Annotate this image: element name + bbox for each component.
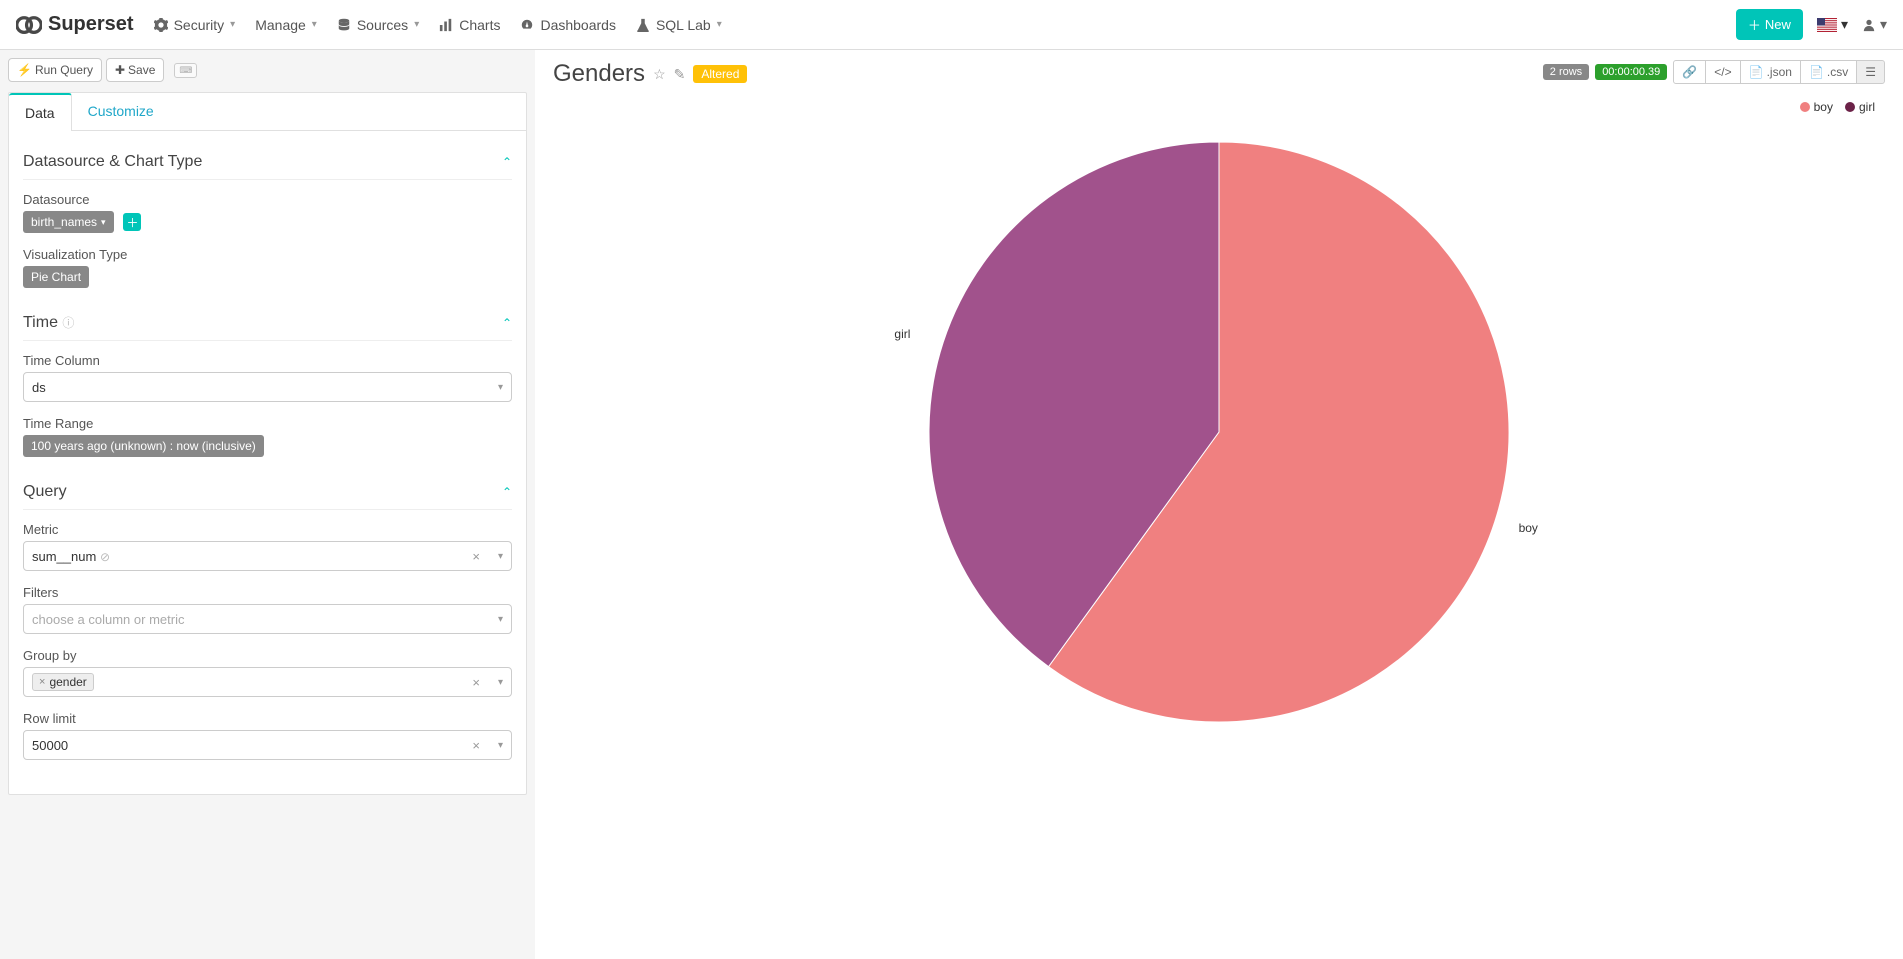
chevron-up-icon: ⌃ <box>502 485 512 499</box>
menu-icon: ☰ <box>1865 65 1876 79</box>
tabs: Data Customize <box>9 93 526 131</box>
nav-manage[interactable]: Manage ▾ <box>255 17 317 33</box>
brand-text: Superset <box>48 13 134 36</box>
language-flag[interactable]: ▾ <box>1817 16 1848 33</box>
bolt-icon: ⚡ <box>17 63 32 77</box>
code-icon: </> <box>1714 65 1731 79</box>
dashboard-icon <box>520 18 534 32</box>
export-csv-button[interactable]: 📄.csv <box>1800 60 1857 84</box>
rowlimit-label: Row limit <box>23 711 512 726</box>
embed-code-button[interactable]: </> <box>1705 60 1740 84</box>
panel-top-buttons: ⚡ Run Query ✚ Save ⌨ <box>8 58 527 82</box>
run-query-button[interactable]: ⚡ Run Query <box>8 58 102 82</box>
remove-token-icon[interactable]: × <box>39 676 45 688</box>
info-icon: ⓘ <box>62 316 74 330</box>
metric-select[interactable]: sum__num ⊘ ×▾ <box>23 541 512 571</box>
slice-label-boy: boy <box>1519 521 1538 535</box>
brand-logo-icon <box>16 12 42 38</box>
filters-label: Filters <box>23 585 512 600</box>
viz-type-label: Visualization Type <box>23 247 512 262</box>
menu-button[interactable]: ☰ <box>1856 60 1885 84</box>
controls-card: Data Customize Datasource & Chart Type ⌃… <box>8 92 527 795</box>
caret-down-icon: ▾ <box>498 382 503 393</box>
keyboard-hint-icon: ⌨ <box>174 63 197 78</box>
nav-right: ＋ New ▾ ▾ <box>1736 9 1887 40</box>
metric-label: Metric <box>23 522 512 537</box>
star-icon[interactable]: ☆ <box>653 66 666 83</box>
datasource-label: Datasource <box>23 192 512 207</box>
brand[interactable]: Superset <box>16 12 134 38</box>
altered-badge[interactable]: Altered <box>693 65 747 83</box>
groupby-label: Group by <box>23 648 512 663</box>
nav-sources[interactable]: Sources ▾ <box>337 17 419 33</box>
navbar: Superset Security ▾ Manage ▾ Sources ▾ C… <box>0 0 1903 50</box>
database-icon <box>337 18 351 32</box>
bar-chart-icon <box>439 18 453 32</box>
groupby-select[interactable]: × gender × ▾ <box>23 667 512 697</box>
user-icon <box>1862 18 1876 32</box>
new-button[interactable]: ＋ New <box>1736 9 1803 40</box>
caret-down-icon: ▾ <box>498 614 503 625</box>
caret-down-icon: ▾ <box>101 217 106 228</box>
export-group: 🔗 </> 📄.json 📄.csv ☰ <box>1673 60 1885 84</box>
nav-security[interactable]: Security ▾ <box>154 17 236 33</box>
time-range-select[interactable]: 100 years ago (unknown) : now (inclusive… <box>23 435 264 457</box>
tab-customize[interactable]: Customize <box>72 93 170 130</box>
tab-data[interactable]: Data <box>9 93 72 131</box>
add-datasource-button[interactable]: ＋ <box>123 213 141 231</box>
flask-icon <box>636 18 650 32</box>
datasource-select[interactable]: birth_names ▾ <box>23 211 114 233</box>
time-range-label: Time Range <box>23 416 512 431</box>
file-icon: 📄 <box>1809 65 1824 79</box>
time-column-select[interactable]: ds ▾ <box>23 372 512 402</box>
rows-badge: 2 rows <box>1543 64 1589 80</box>
viz-type-select[interactable]: Pie Chart <box>23 266 89 288</box>
duration-badge: 00:00:00.39 <box>1595 64 1667 80</box>
edit-icon[interactable]: ✎ <box>674 66 686 83</box>
caret-down-icon: ▾ <box>498 677 503 688</box>
nav-dashboards[interactable]: Dashboards <box>520 17 616 33</box>
pie-chart: boy girl <box>553 92 1885 772</box>
plus-icon: ＋ <box>1748 15 1761 34</box>
file-icon: 📄 <box>1749 65 1764 79</box>
caret-down-icon: ▾ <box>1880 16 1887 33</box>
caret-down-icon: ▾ <box>414 19 419 30</box>
time-column-label: Time Column <box>23 353 512 368</box>
chevron-up-icon: ⌃ <box>502 155 512 169</box>
slice-label-girl: girl <box>894 327 910 341</box>
chevron-up-icon: ⌃ <box>502 316 512 330</box>
clear-icon[interactable]: × <box>472 738 480 753</box>
short-url-button[interactable]: 🔗 <box>1673 60 1706 84</box>
chart-header: Genders ☆ ✎ Altered 2 rows 00:00:00.39 🔗… <box>553 60 1885 88</box>
info-icon: ⊘ <box>100 550 110 564</box>
nav-menu: Security ▾ Manage ▾ Sources ▾ Charts Das… <box>154 17 1736 33</box>
gears-icon <box>154 18 168 32</box>
nav-sqllab[interactable]: SQL Lab ▾ <box>636 17 722 33</box>
caret-down-icon: ▾ <box>498 740 503 751</box>
link-icon: 🔗 <box>1682 65 1697 79</box>
controls-panel: ⚡ Run Query ✚ Save ⌨ Data Customize Data… <box>0 50 535 959</box>
caret-down-icon: ▾ <box>230 19 235 30</box>
caret-down-icon: ▾ <box>498 551 503 562</box>
groupby-token: × gender <box>32 673 94 691</box>
caret-down-icon: ▾ <box>717 19 722 30</box>
nav-charts[interactable]: Charts <box>439 17 500 33</box>
filters-select[interactable]: choose a column or metric ▾ <box>23 604 512 634</box>
chart-title: Genders <box>553 60 645 88</box>
rowlimit-select[interactable]: 50000 ×▾ <box>23 730 512 760</box>
chart-panel: Genders ☆ ✎ Altered 2 rows 00:00:00.39 🔗… <box>535 50 1903 959</box>
us-flag-icon <box>1817 18 1837 32</box>
plus-circle-icon: ✚ <box>115 63 125 77</box>
clear-icon[interactable]: × <box>472 675 480 690</box>
export-json-button[interactable]: 📄.json <box>1740 60 1801 84</box>
section-datasource-header[interactable]: Datasource & Chart Type ⌃ <box>23 145 512 180</box>
clear-icon[interactable]: × <box>472 549 480 564</box>
caret-down-icon: ▾ <box>312 19 317 30</box>
chart-area: boy girl boy girl <box>553 92 1885 772</box>
section-time-header[interactable]: Time ⓘ ⌃ <box>23 306 512 341</box>
caret-down-icon: ▾ <box>1841 16 1848 33</box>
user-menu[interactable]: ▾ <box>1862 16 1887 33</box>
section-query-header[interactable]: Query ⌃ <box>23 475 512 510</box>
save-button[interactable]: ✚ Save <box>106 58 164 82</box>
